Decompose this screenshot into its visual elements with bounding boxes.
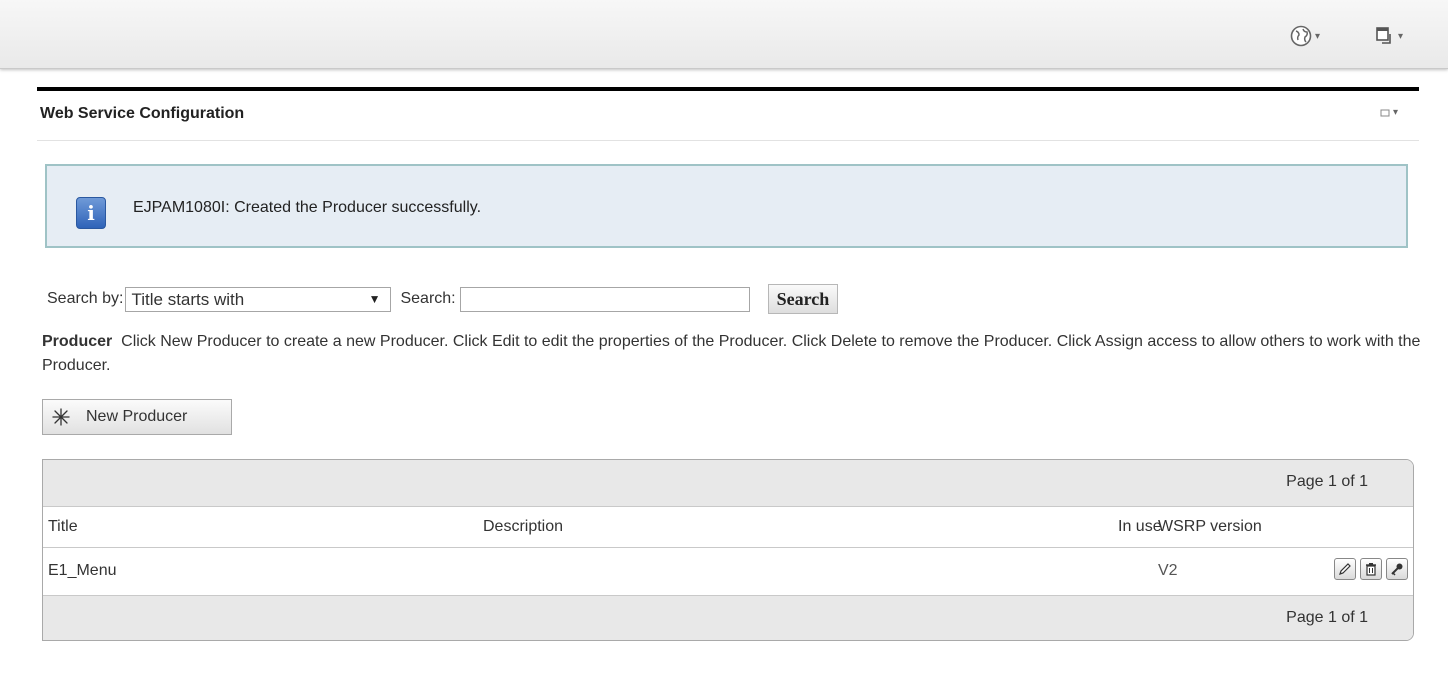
portlet-divider — [37, 140, 1419, 141]
portlet-menu-button[interactable]: ▾ — [1380, 107, 1398, 118]
producers-table: Page 1 of 1 Title Description In use WSR… — [42, 459, 1414, 641]
search-row: Search by: Title starts with ▼ Search: S… — [47, 284, 839, 314]
portlet-menu-icon — [1380, 109, 1390, 116]
top-toolbar: ▾ ▾ — [0, 0, 1448, 69]
search-by-value: Title starts with — [131, 289, 245, 309]
help-text: Producer Click New Producer to create a … — [42, 330, 1422, 378]
star-icon — [52, 408, 70, 426]
row-actions — [1334, 558, 1408, 580]
message-text: EJPAM1080I: Created the Producer success… — [133, 199, 482, 216]
delete-button[interactable] — [1360, 558, 1382, 580]
column-header-in-use[interactable]: In use — [1118, 507, 1162, 547]
edit-icon — [1339, 563, 1351, 575]
search-button[interactable]: Search — [767, 284, 839, 314]
chevron-down-icon: ▾ — [1315, 30, 1321, 42]
window-menu-button[interactable]: ▾ — [1375, 24, 1403, 48]
new-producer-label: New Producer — [86, 408, 188, 425]
chevron-down-icon: ▾ — [1393, 107, 1399, 118]
page-info-bottom: Page 1 of 1 — [1286, 609, 1368, 626]
row-title: E1_Menu — [48, 562, 117, 579]
portlet-title: Web Service Configuration — [40, 105, 245, 122]
page-info-top: Page 1 of 1 — [1286, 473, 1368, 490]
delete-icon — [1366, 563, 1376, 576]
portlet-top-rule — [37, 87, 1419, 91]
new-producer-button[interactable]: New Producer — [42, 399, 232, 435]
column-header-wsrp-version[interactable]: WSRP version — [1158, 507, 1262, 547]
assign-access-icon — [1391, 563, 1403, 576]
search-label: Search: — [400, 290, 456, 307]
column-header-title[interactable]: Title — [48, 507, 78, 547]
help-heading: Producer — [42, 333, 113, 350]
table-header: Title Description In use WSRP version — [43, 507, 1413, 548]
help-description: Click New Producer to create a new Produ… — [42, 333, 1421, 374]
dropdown-arrow-icon: ▼ — [368, 291, 381, 306]
window-icon — [1376, 27, 1391, 44]
table-pager-bottom: Page 1 of 1 — [43, 595, 1413, 640]
column-header-description[interactable]: Description — [483, 507, 563, 547]
info-icon: i — [76, 197, 106, 229]
globe-icon — [1290, 25, 1312, 47]
search-by-select[interactable]: Title starts with ▼ — [125, 286, 392, 312]
assign-access-button[interactable] — [1386, 558, 1408, 580]
info-message: i EJPAM1080I: Created the Producer succe… — [45, 164, 1408, 248]
table-pager-top: Page 1 of 1 — [43, 460, 1413, 507]
row-wsrp-version: V2 — [1158, 562, 1178, 579]
search-by-label: Search by: — [47, 290, 124, 307]
table-row: E1_Menu V2 — [43, 548, 1413, 594]
edit-button[interactable] — [1334, 558, 1356, 580]
chevron-down-icon: ▾ — [1398, 30, 1404, 42]
search-input[interactable] — [459, 286, 750, 312]
globe-menu-button[interactable]: ▾ — [1290, 24, 1320, 48]
